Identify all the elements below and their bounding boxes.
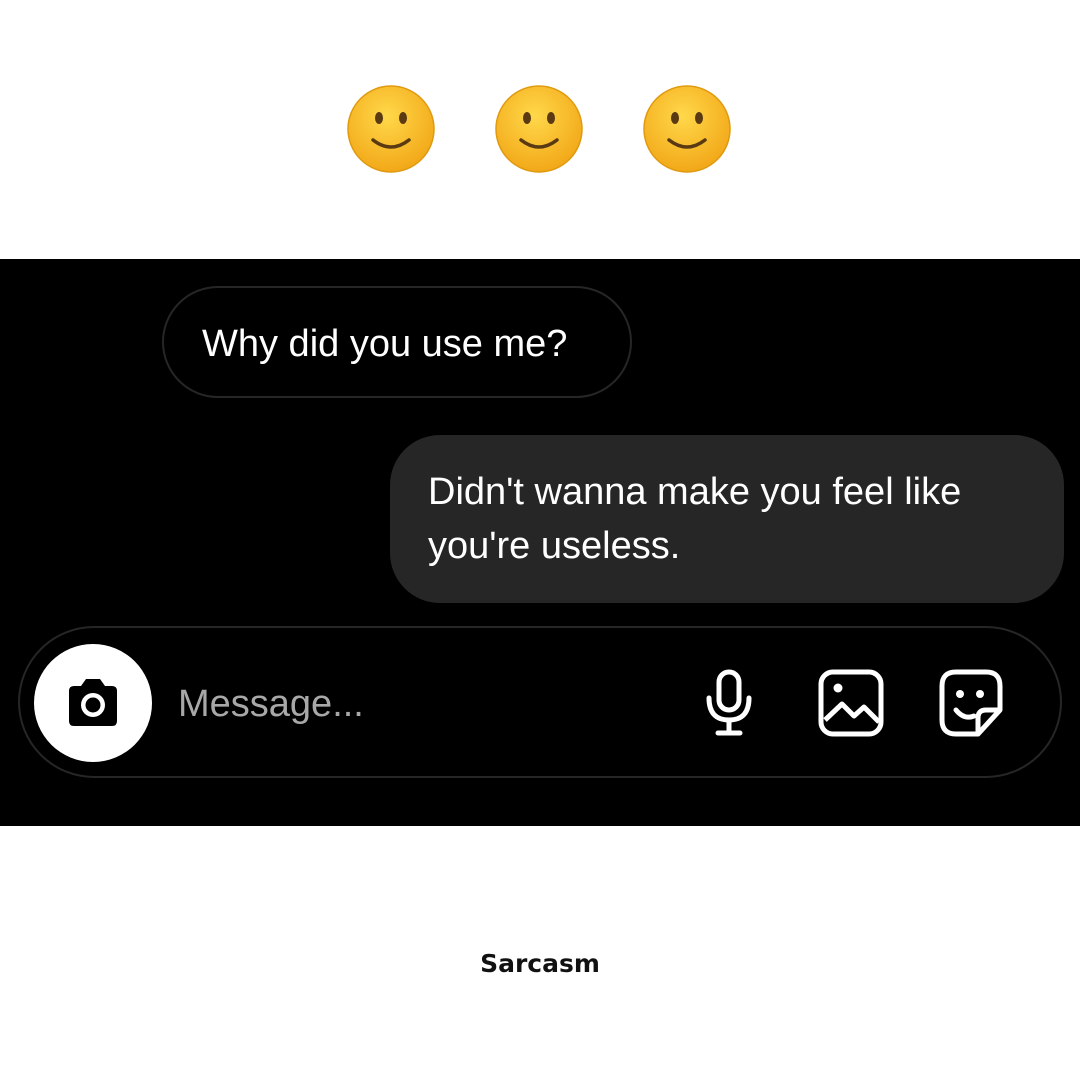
slightly-smiling-face-icon: [346, 84, 436, 174]
slightly-smiling-face-icon: [494, 84, 584, 174]
microphone-icon: [706, 669, 752, 736]
gallery-icon: [818, 669, 884, 737]
sent-message-bubble[interactable]: Didn't wanna make you feel like you're u…: [390, 435, 1064, 603]
sticker-icon: [939, 669, 1003, 737]
gallery-button[interactable]: [816, 666, 886, 740]
sticker-button[interactable]: [936, 666, 1006, 740]
emoji-row: [0, 84, 1080, 180]
message-input[interactable]: [178, 678, 578, 730]
message-composer: [18, 626, 1062, 778]
camera-icon: [69, 679, 117, 726]
received-message-bubble[interactable]: Why did you use me?: [162, 286, 632, 398]
slightly-smiling-face-icon: [642, 84, 732, 174]
microphone-button[interactable]: [694, 666, 764, 740]
caption: Sarcasm: [480, 949, 600, 978]
camera-button[interactable]: [34, 644, 152, 762]
chat-panel: Why did you use me? Didn't wanna make yo…: [0, 259, 1080, 826]
